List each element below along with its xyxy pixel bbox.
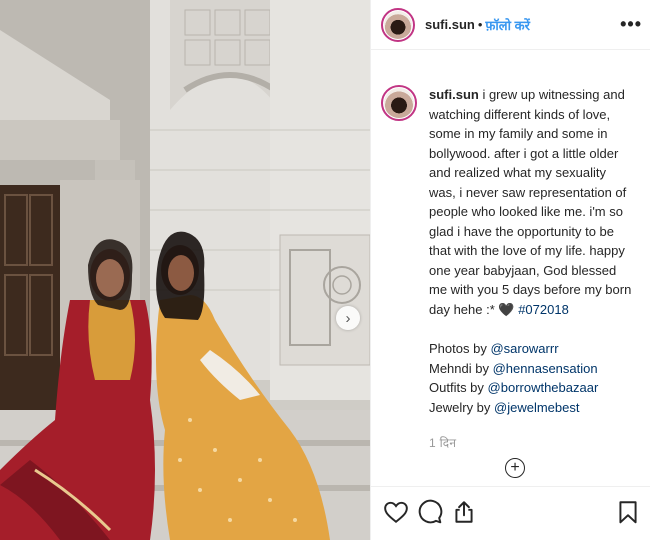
post-photo[interactable]: › xyxy=(0,0,370,540)
credit-label: Outfits by xyxy=(429,380,488,395)
avatar-image xyxy=(384,10,412,39)
caption-text: i grew up witnessing and watching differ… xyxy=(429,87,632,317)
avatar-image xyxy=(384,88,414,118)
bookmark-icon[interactable] xyxy=(615,499,641,525)
caption: sufi.sun i grew up witnessing and watchi… xyxy=(429,85,636,454)
credit-handle-link[interactable]: @sarowarrr xyxy=(490,341,558,356)
post-panel: sufi.sun • फ़ॉलो करें ••• sufi.sun i gre… xyxy=(370,0,650,540)
hashtag-link[interactable]: #072018 xyxy=(518,302,569,317)
credit-label: Mehndi by xyxy=(429,360,493,376)
caption-text-block: sufi.sun i grew up witnessing and watchi… xyxy=(429,85,636,319)
credit-line: Outfits by @borrowthebazaar xyxy=(429,378,636,398)
next-photo-button[interactable]: › xyxy=(336,306,360,330)
caption-username[interactable]: sufi.sun xyxy=(429,87,479,102)
heart-icon[interactable] xyxy=(383,499,409,525)
credit-label: Photos by xyxy=(429,341,491,356)
share-icon[interactable] xyxy=(451,499,477,525)
comment-icon[interactable] xyxy=(417,499,443,525)
credit-line: Jewelry by @jewelmebest xyxy=(429,398,636,418)
credits-list: Photos by @sarowarrr Mehndi by @hennasen… xyxy=(429,339,636,417)
post-header: sufi.sun • फ़ॉलो करें ••• xyxy=(371,0,650,50)
credit-handle-link[interactable]: @jewelmebest xyxy=(494,400,579,415)
header-username[interactable]: sufi.sun xyxy=(425,17,475,32)
add-icon[interactable]: + xyxy=(505,458,525,478)
credit-line: Mehndi by @hennasensation xyxy=(429,359,636,379)
credit-handle-link[interactable]: @borrowthebazaar xyxy=(488,380,599,395)
action-bar xyxy=(371,486,650,540)
header-separator: • xyxy=(477,17,483,32)
credit-line: Photos by @sarowarrr xyxy=(429,339,636,359)
more-options-icon[interactable]: ••• xyxy=(620,14,642,35)
avatar[interactable] xyxy=(381,7,415,42)
post-timestamp[interactable]: 1 दिन xyxy=(429,434,636,454)
caption-avatar[interactable] xyxy=(381,85,417,121)
credit-handle-link[interactable]: @hennasensation xyxy=(493,361,598,376)
follow-button[interactable]: फ़ॉलो करें xyxy=(485,16,529,34)
credit-label: Jewelry by xyxy=(429,399,495,415)
caption-block: sufi.sun i grew up witnessing and watchi… xyxy=(371,50,650,454)
photo-illustration xyxy=(0,0,370,540)
